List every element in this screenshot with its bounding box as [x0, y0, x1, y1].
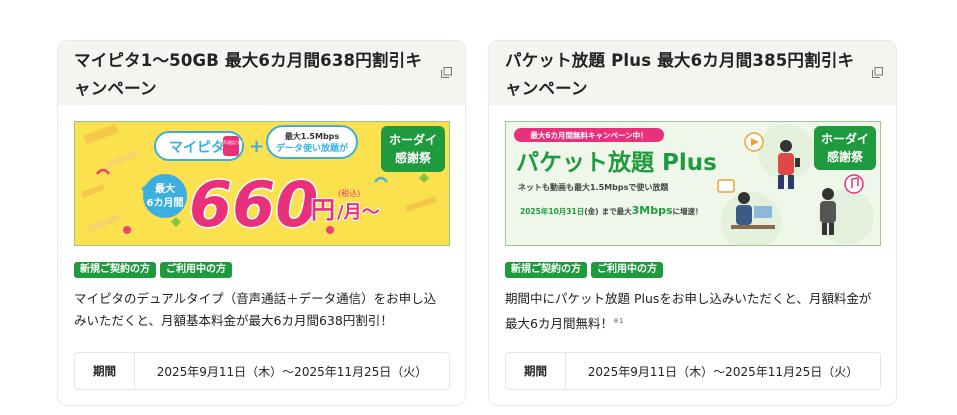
description-text: 最大6カ月間無料！	[505, 316, 613, 332]
campaign-list: マイピタ1～50GB 最大6カ月間638円割引キ ャンペーン マイピタ 音声通話…	[0, 0, 957, 415]
tag-new-contract: 新規ご契約の方	[505, 262, 587, 278]
date-note-end: に増速！	[673, 206, 703, 216]
music-icon	[844, 174, 864, 194]
card-header: マイピタ1～50GB 最大6カ月間638円割引キ ャンペーン	[58, 41, 465, 105]
card-header: パケット放題 Plus 最大6カ月間385円割引キ ャンペーン	[489, 41, 896, 105]
external-link-icon[interactable]	[872, 67, 883, 78]
banner-brand: マイピタ	[169, 140, 225, 156]
external-link-icon[interactable]	[441, 67, 452, 78]
campaign-banner-packet-plus[interactable]: 最大6カ月間無料キャンペーン中！ パケット放題 Plus ネットも動画も最大1.…	[505, 121, 881, 246]
banner-art: 最大6カ月間無料キャンペーン中！ パケット放題 Plus ネットも動画も最大1.…	[506, 122, 880, 245]
tag-existing-user: ご利用中の方	[591, 262, 663, 278]
footnote-mark: ※1	[612, 317, 624, 325]
date-note-speed: 3Mbps	[632, 204, 673, 217]
banner-badge-line2: 6カ月間	[147, 197, 184, 209]
banner-sub: ネットも動画も最大1.5Mbpsで使い放題	[518, 182, 669, 192]
card-title[interactable]: パケット放題 Plus 最大6カ月間385円割引キ ャンペーン	[505, 47, 866, 103]
period-value: 2025年9月11日（木）～2025年11月25日（火）	[156, 364, 428, 379]
banner-plus: +	[249, 136, 264, 157]
card-description: マイピタのデュアルタイプ（音声通話＋データ通信）をお申し込 みいただくと、月額基…	[74, 288, 454, 332]
card-title[interactable]: マイピタ1～50GB 最大6カ月間638円割引キ ャンペーン	[74, 47, 435, 103]
banner-price-tax: (税込)	[338, 188, 360, 198]
description-line: みいただくと、月額基本料金が最大6カ月間638円割引！	[74, 313, 393, 328]
video-icon	[744, 132, 764, 152]
tv-icon	[717, 179, 735, 193]
period-label: 期間	[75, 353, 135, 389]
campaign-card-packet-plus[interactable]: パケット放題 Plus 最大6カ月間385円割引キ ャンペーン 最大6カ月間無料…	[488, 40, 897, 406]
description-line: 期間中にパケット放題 Plusをお申し込みいただくと、月額料金が	[505, 291, 872, 306]
banner-logo-line2: 感謝祭	[827, 149, 864, 164]
banner-logo-line1: ホーダイ	[389, 132, 437, 147]
campaign-period: 期間 2025年9月11日（木）～2025年11月25日（火）	[74, 352, 450, 390]
date-note-date: 2025年10月31日	[520, 206, 584, 216]
banner-badge-line1: 最大	[155, 182, 175, 195]
banner-art: マイピタ 音声通話付き + 最大1.5Mbps データ使い放題が 最大 6カ月間…	[75, 122, 449, 245]
card-title-line: パケット放題 Plus 最大6カ月間385円割引キ	[505, 51, 855, 70]
card-title-line: マイピタ1～50GB 最大6カ月間638円割引キ	[74, 51, 423, 70]
banner-speed-line1: 最大1.5Mbps	[285, 131, 340, 141]
campaign-period: 期間 2025年9月11日（木）～2025年11月25日（火）	[505, 352, 881, 390]
banner-brand-sub: 音声通話付き	[219, 139, 243, 145]
date-note-text: まで最大	[602, 206, 632, 216]
banner-ribbon: 最大6カ月間無料キャンペーン中！	[530, 130, 647, 140]
banner-logo-line1: ホーダイ	[821, 131, 869, 146]
description-line: 最大6カ月間無料！※1	[505, 310, 885, 335]
campaign-card-mypita[interactable]: マイピタ1～50GB 最大6カ月間638円割引キ ャンペーン マイピタ 音声通話…	[57, 40, 466, 406]
tag-new-contract: 新規ご契約の方	[74, 262, 156, 278]
period-label: 期間	[506, 353, 566, 389]
card-title-line: ャンペーン	[505, 79, 588, 98]
card-title-line: ャンペーン	[74, 79, 157, 98]
period-value: 2025年9月11日（木）～2025年11月25日（火）	[587, 364, 859, 379]
banner-headline: パケット放題 Plus	[516, 149, 717, 176]
banner-logo-line2: 感謝祭	[395, 150, 432, 165]
banner-speed-line2: データ使い放題が	[276, 142, 349, 154]
date-note-weekday: (金)	[584, 206, 598, 216]
banner-price-month: /月～	[337, 202, 380, 223]
target-tags: 新規ご契約の方 ご利用中の方	[505, 262, 663, 278]
card-description: 期間中にパケット放題 Plusをお申し込みいただくと、月額料金が 最大6カ月間無…	[505, 288, 885, 335]
tag-existing-user: ご利用中の方	[160, 262, 232, 278]
campaign-banner-mypita[interactable]: マイピタ 音声通話付き + 最大1.5Mbps データ使い放題が 最大 6カ月間…	[74, 121, 450, 246]
banner-price-unit: 円	[311, 196, 335, 224]
target-tags: 新規ご契約の方 ご利用中の方	[74, 262, 232, 278]
description-line: マイピタのデュアルタイプ（音声通話＋データ通信）をお申し込	[74, 291, 437, 306]
banner-price: 660	[189, 168, 318, 241]
